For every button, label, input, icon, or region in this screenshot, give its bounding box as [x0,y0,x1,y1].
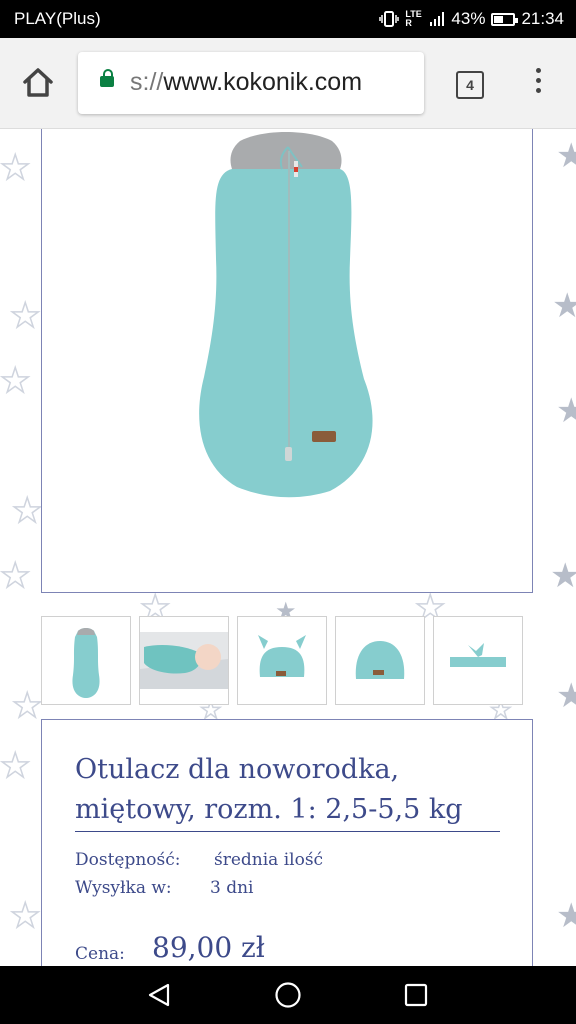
battery-icon [491,12,519,26]
thumbnail-headband[interactable] [433,616,523,705]
battery-percent: 43% [451,9,486,28]
product-main-image[interactable] [41,129,533,593]
overflow-menu-icon[interactable] [533,68,543,98]
thumbnail-swaddle[interactable] [41,616,131,705]
thumbnail-baby[interactable] [139,616,229,705]
swaddle-image [199,132,373,498]
lock-icon [100,69,114,87]
availability-value: średnia ilość [214,850,324,870]
star-icon: ★ [0,557,31,595]
price-value: 89,00 zł [152,931,265,964]
star-icon: ★ [9,897,41,935]
shipping-label: Wysyłka w: [75,878,172,898]
status-bar: PLAY(Plus) LTE R 43% 21:34 [0,0,576,38]
shipping-value: 3 dni [210,878,254,898]
star-icon: ★ [11,492,43,530]
home-icon[interactable] [20,64,56,100]
star-icon: ★ [556,137,576,175]
browser-toolbar: s://www.kokonik.com 4 [0,38,576,129]
tab-switcher-button[interactable]: 4 [456,71,484,99]
star-icon: ★ [556,897,576,935]
url-scheme: s:// [130,68,164,96]
star-icon: ★ [0,362,31,400]
star-icon: ★ [9,297,41,335]
carrier-name: PLAY(Plus) [14,9,101,28]
vibrate-icon [379,11,400,27]
product-title-line1: Otulacz dla noworodka, [75,754,400,785]
system-nav-bar [0,966,576,1024]
shipping-row: Wysyłka w: 3 dni [75,878,254,898]
price-label: Cena: [75,944,125,964]
star-icon: ★ [556,392,576,430]
network-type: LTE R [405,9,422,28]
thumbnail-knot-hat[interactable] [237,616,327,705]
thumbnail-beanie[interactable] [335,616,425,705]
availability-label: Dostępność: [75,850,181,870]
address-bar[interactable]: s://www.kokonik.com [78,52,424,114]
product-title-line2: miętowy, rozm. 1: 2,5-5,5 kg [75,794,463,825]
home-nav-icon[interactable] [274,981,302,1009]
availability-row: Dostępność: średnia ilość [75,850,323,870]
back-icon[interactable] [146,982,172,1008]
star-icon: ★ [552,287,576,325]
recents-icon[interactable] [404,983,428,1007]
clock: 21:34 [521,9,564,28]
product-title: Otulacz dla noworodka, miętowy, rozm. 1:… [75,750,515,830]
status-icons: LTE R 43% 21:34 [379,9,564,29]
url-host: www.kokonik.com [163,68,363,96]
star-icon: ★ [550,557,576,595]
star-icon: ★ [556,677,576,715]
product-info-box: Otulacz dla noworodka, miętowy, rozm. 1:… [41,719,533,966]
star-icon: ★ [11,687,43,725]
title-underline [75,831,500,832]
star-icon: ★ [0,149,31,187]
url-text[interactable]: s://www.kokonik.com [130,68,362,97]
page-content: ★ ★ ★ ★ ★ ★ ★ ★ ★ ★ ★ ★ ★ ★ ★ ★ ★ ★ ★ Ot… [0,129,576,966]
star-icon: ★ [0,747,31,785]
signal-icon [430,12,445,26]
